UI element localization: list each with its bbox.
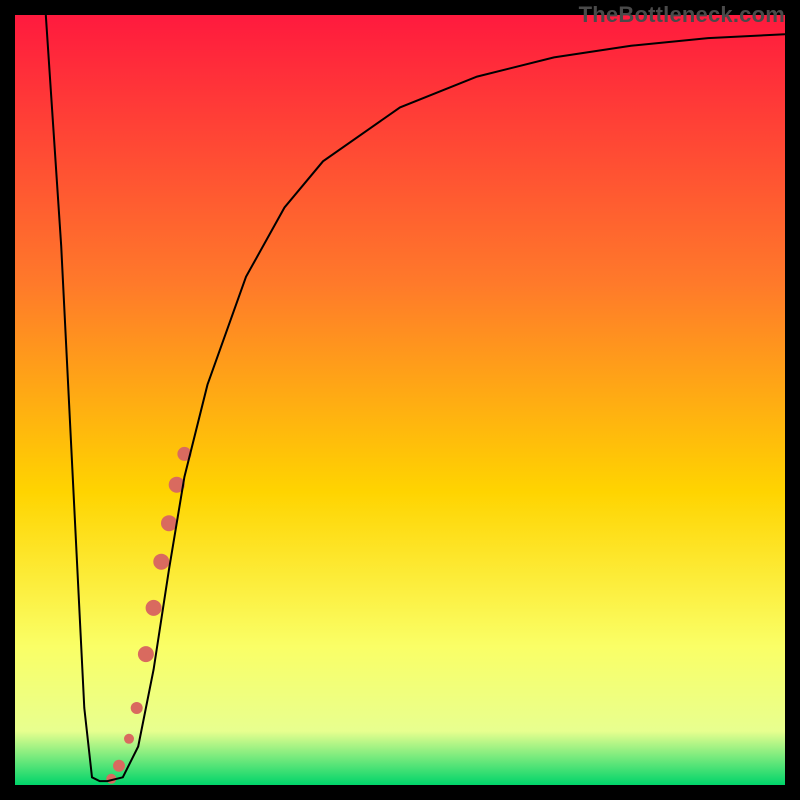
marker-dot — [146, 600, 162, 616]
marker-dot — [161, 515, 177, 531]
marker-dot — [131, 702, 143, 714]
chart-frame: TheBottleneck.com — [0, 0, 800, 800]
plot-area — [15, 15, 785, 785]
marker-dot — [124, 734, 134, 744]
gradient-background — [15, 15, 785, 785]
marker-dot — [113, 760, 125, 772]
chart-svg — [15, 15, 785, 785]
watermark-text: TheBottleneck.com — [579, 2, 785, 28]
marker-dot — [138, 646, 154, 662]
marker-dot — [153, 554, 169, 570]
